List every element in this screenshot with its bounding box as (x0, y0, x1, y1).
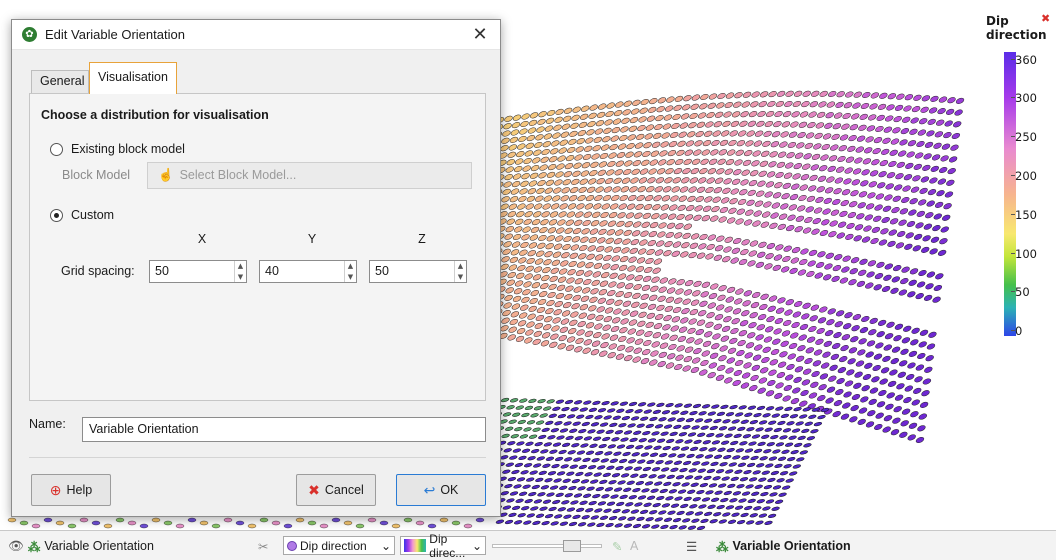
selected-object-item: ⁂ Variable Orientation (716, 531, 851, 560)
cancel-button-label: Cancel (324, 483, 364, 497)
spinner-arrows[interactable]: ▲ ▼ (234, 261, 246, 282)
grid-spacing-z-value[interactable]: 50 (370, 261, 454, 282)
enter-arrow-icon: ↩ (423, 481, 436, 498)
chevron-down-icon[interactable]: ▼ (455, 272, 466, 283)
spinner-arrows[interactable]: ▲ ▼ (344, 261, 356, 282)
dialog-titlebar[interactable]: ✿ Edit Variable Orientation ✕ (12, 20, 500, 50)
radio-indicator[interactable] (50, 142, 63, 156)
grid-spacing-x-field[interactable]: 50 ▲ ▼ (149, 260, 247, 283)
legend-tick: 360 (1011, 53, 1037, 67)
chevron-up-icon[interactable]: ▲ (345, 261, 356, 272)
transparency-slider[interactable] (492, 540, 602, 552)
selected-object-name: Variable Orientation (732, 539, 851, 553)
name-field[interactable]: Variable Orientation (82, 417, 486, 442)
radio-custom[interactable]: Custom (50, 208, 114, 222)
cancel-button[interactable]: ✖ Cancel (296, 474, 376, 506)
text-a-icon[interactable]: A (630, 531, 638, 560)
edit-variable-orientation-dialog: ✿ Edit Variable Orientation ✕ General Vi… (11, 19, 501, 517)
grid-spacing-y-value[interactable]: 40 (260, 261, 344, 282)
chevron-up-icon[interactable]: ▲ (235, 261, 246, 272)
ok-button-label: OK (440, 483, 459, 497)
tab-visualisation[interactable]: Visualisation (89, 62, 177, 94)
display-attribute-label: Dip direction (300, 538, 367, 553)
grid-spacing-label: Grid spacing: (61, 264, 135, 278)
spinner-arrows[interactable]: ▲ ▼ (454, 261, 466, 282)
ok-button[interactable]: ↩ OK (396, 474, 486, 506)
legend-tick: 0 (1010, 324, 1023, 338)
colour-gradient-swatch (404, 539, 427, 552)
grid-spacing-z-field[interactable]: 50 ▲ ▼ (369, 260, 467, 283)
divider (29, 457, 486, 458)
radio-label: Custom (71, 208, 115, 222)
block-model-label: Block Model (62, 168, 131, 182)
colour-legend: Dip direction ✖ 360 300 250 200 150 100 … (984, 12, 1056, 344)
radio-indicator[interactable] (50, 208, 63, 222)
scene-object-toolbar: 👁 ⁂ Variable Orientation ✂ Dip direction… (0, 530, 1056, 560)
legend-tick: 100 (1011, 247, 1037, 261)
scene-object-item[interactable]: 👁 ⁂ Variable Orientation (8, 531, 154, 560)
legend-tick: 200 (1011, 169, 1037, 183)
colour-map-label: Dip direc... (429, 531, 466, 560)
chevron-down-icon[interactable]: ▼ (235, 272, 246, 283)
help-button[interactable]: ⊕ Help (31, 474, 111, 506)
legend-tick: 250 (1011, 130, 1037, 144)
name-label: Name: (29, 417, 66, 431)
lifebuoy-icon: ⊕ (49, 481, 62, 498)
select-block-model-label: Select Block Model... (179, 168, 297, 182)
display-attribute-dropdown[interactable]: Dip direction ⌄ (283, 536, 395, 555)
colour-map-dropdown[interactable]: Dip direc... ⌄ (400, 532, 486, 560)
grid-spacing-y-field[interactable]: 40 ▲ ▼ (259, 260, 357, 283)
disc-swatch-icon (287, 540, 297, 551)
axis-z-header: Z (418, 232, 426, 246)
variable-orientation-icon: ⁂ (27, 539, 41, 554)
chevron-down-icon: ⌄ (380, 538, 391, 553)
pencil-icon[interactable]: ✎ (612, 531, 622, 560)
radio-label: Existing block model (71, 142, 185, 156)
cancel-x-icon: ✖ (308, 481, 320, 498)
radio-existing-block-model[interactable]: Existing block model (50, 142, 185, 156)
eye-icon[interactable]: 👁 (8, 539, 24, 554)
chevron-down-icon: ⌄ (471, 538, 482, 553)
tools-icon[interactable]: ✂ (258, 531, 268, 560)
chevron-up-icon[interactable]: ▲ (455, 261, 466, 272)
dialog-title: Edit Variable Orientation (45, 27, 185, 42)
hand-pointer-icon: ☝ (158, 168, 174, 182)
help-button-label: Help (66, 483, 93, 497)
slider-handle[interactable] (563, 540, 581, 552)
section-heading: Choose a distribution for visualisation (41, 108, 269, 122)
legend-tick: 50 (1011, 285, 1030, 299)
tab-general[interactable]: General (31, 70, 89, 93)
close-icon[interactable]: ✕ (460, 24, 500, 45)
legend-tick: 300 (1011, 91, 1037, 105)
legend-tick: 150 (1011, 208, 1037, 222)
chevron-down-icon[interactable]: ▼ (345, 272, 356, 283)
scene-object-name: Variable Orientation (44, 539, 154, 553)
app-icon: ✿ (22, 27, 37, 42)
visualisation-panel: Choose a distribution for visualisation … (29, 93, 486, 401)
axis-y-header: Y (307, 232, 317, 246)
legend-close-icon[interactable]: ✖ (1041, 12, 1050, 25)
variable-orientation-icon: ⁂ (716, 539, 729, 554)
list-properties-icon[interactable]: ☰ (686, 531, 697, 560)
select-block-model-button: ☝ Select Block Model... (147, 162, 472, 189)
grid-spacing-x-value[interactable]: 50 (150, 261, 234, 282)
axis-x-header: X (197, 232, 207, 246)
